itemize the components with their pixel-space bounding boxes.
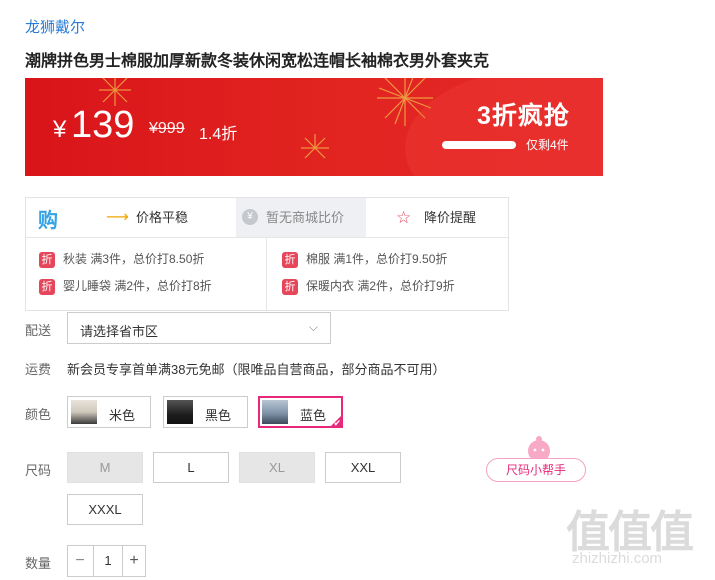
price-trend-tool[interactable]: ⟶ 价格平稳	[78, 198, 236, 237]
sale-price: 139	[71, 104, 135, 146]
stock-progress-bar	[442, 141, 516, 149]
size-option-xxxl[interactable]: XXXL	[67, 494, 143, 525]
promo-item: 折保暖内衣 满2件，总价打9折	[282, 277, 455, 295]
promo-text: 保暖内衣 满2件，总价打9折	[306, 279, 455, 293]
shipping-label: 运费	[25, 362, 52, 377]
region-select-value: 请选择省市区	[80, 324, 159, 339]
price-drop-label: 降价提醒	[424, 210, 477, 225]
region-select[interactable]: 请选择省市区 ⌵	[67, 312, 331, 344]
size-option-l[interactable]: L	[153, 452, 229, 483]
promo-item: 折秋装 满3件，总价打8.50折	[39, 250, 204, 268]
color-option-label: 黑色	[205, 408, 232, 423]
quantity-label: 数量	[25, 556, 52, 571]
promo-divider	[266, 238, 267, 310]
delivery-label: 配送	[25, 323, 52, 338]
arrow-right-icon: ⟶	[106, 209, 129, 226]
product-thumbnail	[71, 400, 97, 424]
plus-button[interactable]: +	[122, 546, 146, 576]
size-option-xxl[interactable]: XXL	[325, 452, 401, 483]
size-option-m[interactable]: M	[67, 452, 143, 483]
mall-compare-tool[interactable]: ¥ 暂无商城比价	[236, 198, 366, 237]
minus-button[interactable]: −	[68, 546, 92, 576]
original-price: ¥999	[149, 120, 185, 137]
yen-circle-icon: ¥	[242, 209, 258, 225]
price-drop-alert-button[interactable]: ☆ 降价提醒	[366, 198, 508, 237]
brand-name[interactable]: 龙狮戴尔	[25, 16, 85, 37]
star-icon: ☆	[396, 208, 412, 227]
size-label: 尺码	[25, 463, 52, 478]
discount-rate: 1.4折	[199, 126, 238, 143]
color-option-label: 蓝色	[300, 408, 327, 423]
promo-text: 秋装 满3件，总价打8.50折	[63, 252, 205, 266]
size-helper-button[interactable]: 尺码小帮手	[486, 458, 586, 482]
price-tools-bar: 购 ⟶ 价格平稳 ¥ 暂无商城比价 ☆ 降价提醒	[26, 198, 508, 238]
watermark-url: zhizhizhi.com	[572, 550, 663, 567]
discount-badge-icon: 折	[39, 251, 55, 268]
color-option-blue[interactable]: 蓝色 ✔	[258, 396, 343, 428]
product-thumbnail	[262, 400, 288, 424]
mall-compare-label: 暂无商城比价	[266, 210, 345, 225]
price-trend-label: 价格平稳	[136, 210, 189, 225]
promo-item: 折棉服 满1件，总价打9.50折	[282, 250, 447, 268]
discount-badge-icon: 折	[282, 251, 298, 268]
quantity-input[interactable]: 1	[93, 546, 123, 576]
flash-sale-title: 3折疯抢	[477, 102, 570, 130]
quantity-stepper[interactable]: − 1 +	[67, 545, 146, 577]
color-label: 颜色	[25, 407, 52, 422]
promo-text: 棉服 满1件，总价打9.50折	[306, 252, 448, 266]
gou-logo-icon: 购	[38, 210, 58, 232]
shipping-info: 新会员专享首单满38元免邮（限唯品自营商品，部分商品不可用）	[67, 362, 446, 377]
promo-text: 婴儿睡袋 满2件，总价打8折	[63, 279, 212, 293]
check-icon: ✔	[333, 418, 341, 428]
chevron-down-icon: ⌵	[308, 320, 318, 334]
color-option-beige[interactable]: 米色	[67, 396, 151, 428]
product-thumbnail	[167, 400, 193, 424]
discount-badge-icon: 折	[39, 278, 55, 295]
color-option-black[interactable]: 黑色	[163, 396, 248, 428]
size-option-xl[interactable]: XL	[239, 452, 315, 483]
stock-remaining: 仅剩4件	[526, 138, 569, 152]
color-option-label: 米色	[109, 408, 136, 423]
currency-symbol: ¥	[53, 116, 67, 143]
watermark: 值值值 zhizhizhi.com	[566, 496, 694, 567]
flash-sale-banner: ¥ 139 ¥999 1.4折 3折疯抢 仅剩4件	[25, 78, 603, 176]
discount-badge-icon: 折	[282, 278, 298, 295]
promo-item: 折婴儿睡袋 满2件，总价打8折	[39, 277, 212, 295]
product-title: 潮牌拼色男士棉服加厚新款冬装休闲宽松连帽长袖棉衣男外套夹克	[25, 53, 490, 70]
price-promo-panel: 购 ⟶ 价格平稳 ¥ 暂无商城比价 ☆ 降价提醒 折秋装 满3件，总价打8.50…	[25, 197, 509, 311]
